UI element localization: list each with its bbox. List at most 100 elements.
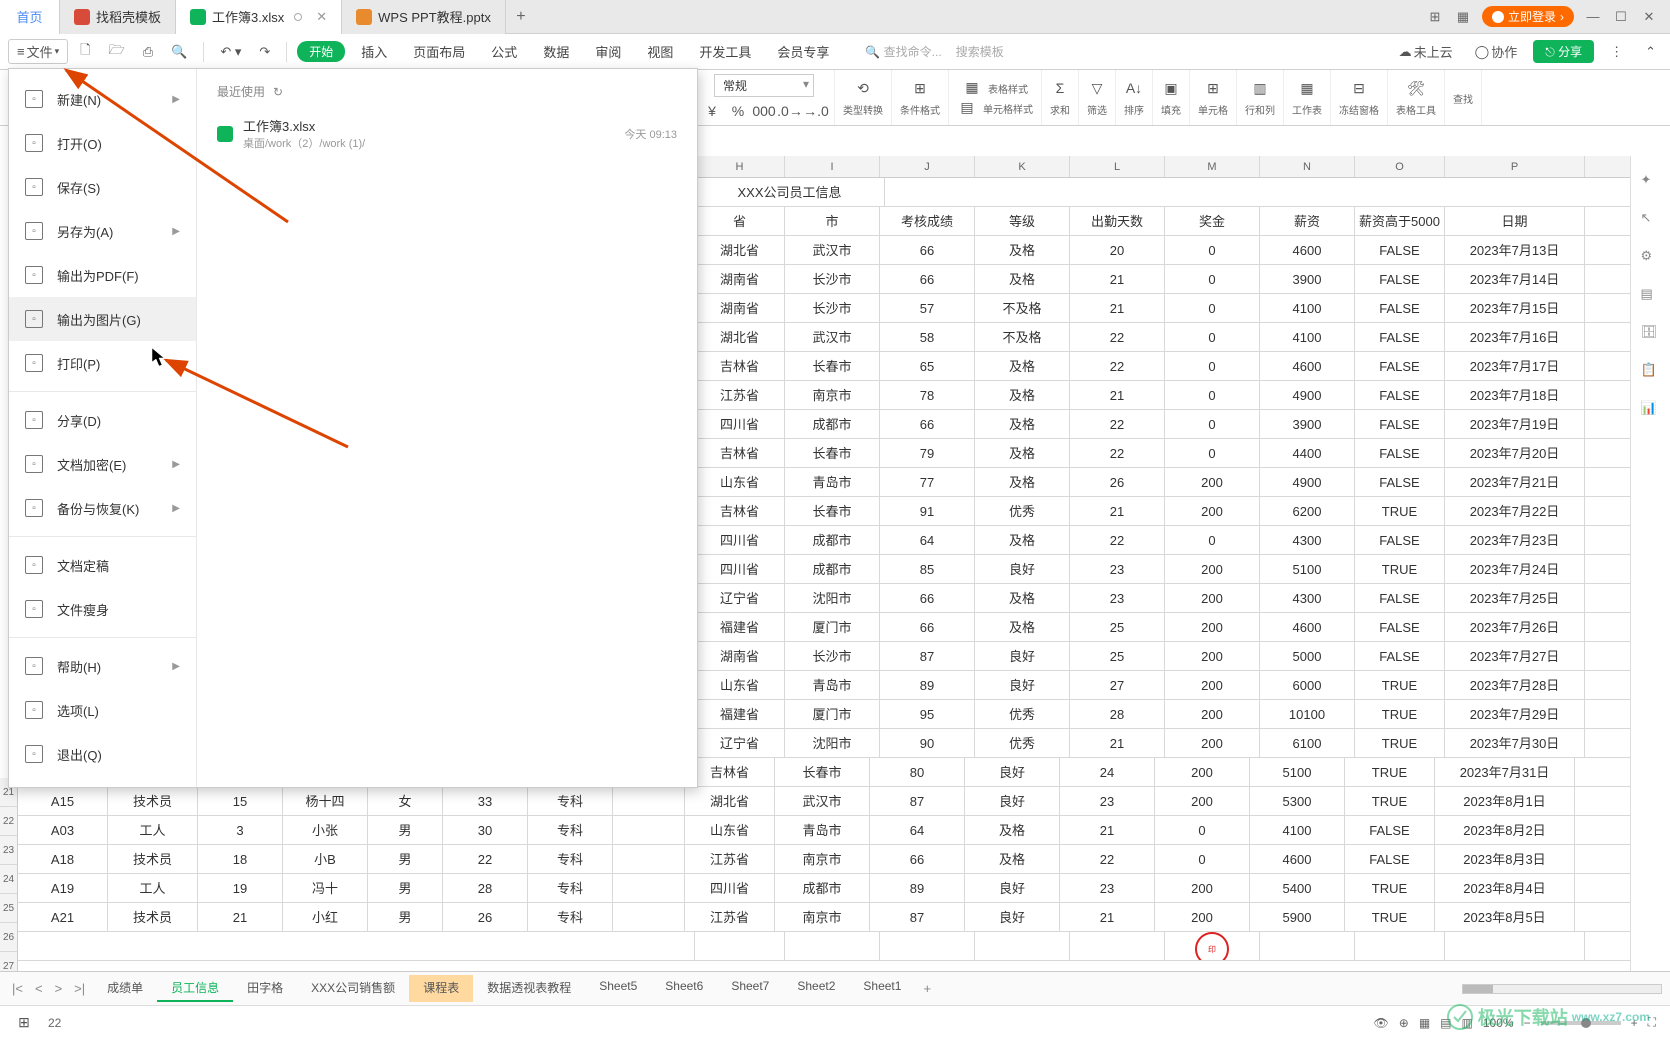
table-cell[interactable]: 4900 bbox=[1260, 381, 1355, 409]
column-header[interactable]: P bbox=[1445, 156, 1585, 177]
column-header[interactable]: N bbox=[1260, 156, 1355, 177]
table-cell[interactable]: 22 bbox=[1070, 323, 1165, 351]
undo-icon[interactable]: ↶ ▾ bbox=[214, 40, 247, 64]
table-cell[interactable]: 200 bbox=[1165, 584, 1260, 612]
clipboard-icon[interactable]: 📋 bbox=[1641, 362, 1661, 382]
table-cell[interactable]: 青岛市 bbox=[785, 671, 880, 699]
open-icon[interactable]: 🗁 bbox=[103, 37, 131, 67]
column-header[interactable]: O bbox=[1355, 156, 1445, 177]
table-cell[interactable]: 4600 bbox=[1260, 613, 1355, 641]
new-icon[interactable]: 🗋 bbox=[74, 37, 96, 67]
table-cell[interactable]: 不及格 bbox=[975, 294, 1070, 322]
table-cell[interactable]: FALSE bbox=[1355, 468, 1445, 496]
table-cell[interactable]: 工人 bbox=[108, 874, 198, 902]
table-cell[interactable]: 3900 bbox=[1260, 265, 1355, 293]
table-cell[interactable]: 优秀 bbox=[975, 700, 1070, 728]
table-cell[interactable]: 21 bbox=[1070, 294, 1165, 322]
table-cell[interactable]: 江苏省 bbox=[695, 381, 785, 409]
table-cell[interactable]: 2023年7月25日 bbox=[1445, 584, 1585, 612]
table-cell[interactable]: 23 bbox=[1060, 874, 1155, 902]
table-cell[interactable]: FALSE bbox=[1355, 352, 1445, 380]
table-cell[interactable]: 21 bbox=[1070, 381, 1165, 409]
sparkle-icon[interactable]: ✦ bbox=[1641, 172, 1661, 192]
table-cell[interactable]: 25 bbox=[1070, 613, 1165, 641]
table-cell[interactable]: 专科 bbox=[528, 816, 613, 844]
percent-icon[interactable]: % bbox=[728, 101, 748, 121]
table-cell[interactable]: 66 bbox=[880, 265, 975, 293]
sheet-tab[interactable]: XXX公司销售额 bbox=[297, 975, 409, 1002]
file-menu-item[interactable]: ▫选项(L) bbox=[9, 688, 196, 732]
table-cell[interactable]: 2023年8月2日 bbox=[1435, 816, 1575, 844]
table-header[interactable]: 考核成绩 bbox=[880, 207, 975, 235]
table-cell[interactable]: 武汉市 bbox=[785, 323, 880, 351]
view-focus-icon[interactable]: ⊕ bbox=[1399, 1016, 1409, 1030]
table-cell[interactable]: 杨十四 bbox=[283, 787, 368, 815]
table-cell[interactable]: 吉林省 bbox=[685, 758, 775, 786]
status-mode-icon[interactable]: ⊞ bbox=[14, 1013, 34, 1033]
table-cell[interactable]: 4600 bbox=[1260, 352, 1355, 380]
table-cell[interactable]: TRUE bbox=[1345, 903, 1435, 931]
table-cell[interactable]: 男 bbox=[368, 903, 443, 931]
table-cell[interactable]: 2023年7月31日 bbox=[1435, 758, 1575, 786]
fill[interactable]: ▣填充 bbox=[1153, 70, 1190, 125]
cell-style-icon[interactable]: ▤ bbox=[957, 98, 977, 118]
worksheet[interactable]: ▦工作表 bbox=[1284, 70, 1331, 125]
table-cell[interactable]: FALSE bbox=[1355, 236, 1445, 264]
table-cell[interactable]: 山东省 bbox=[685, 816, 775, 844]
table-cell[interactable]: 专科 bbox=[528, 787, 613, 815]
table-cell[interactable]: 6200 bbox=[1260, 497, 1355, 525]
table-cell[interactable]: 小B bbox=[283, 845, 368, 873]
table-cell[interactable]: FALSE bbox=[1355, 294, 1445, 322]
table-cell[interactable]: 200 bbox=[1165, 555, 1260, 583]
table-cell[interactable]: 5000 bbox=[1260, 642, 1355, 670]
table-cell[interactable]: 5900 bbox=[1250, 903, 1345, 931]
tab-close-icon[interactable]: ✕ bbox=[316, 9, 327, 25]
table-cell[interactable]: 及格 bbox=[965, 816, 1060, 844]
table-cell[interactable]: 19 bbox=[198, 874, 283, 902]
table-cell[interactable]: 66 bbox=[880, 584, 975, 612]
table-cell[interactable]: 成都市 bbox=[785, 526, 880, 554]
table-cell[interactable]: 4300 bbox=[1260, 584, 1355, 612]
table-cell[interactable]: 沈阳市 bbox=[785, 584, 880, 612]
table-cell[interactable]: 2023年7月21日 bbox=[1445, 468, 1585, 496]
table-cell[interactable]: 及格 bbox=[975, 265, 1070, 293]
ribbon-tab-start[interactable]: 开始 bbox=[297, 41, 345, 62]
table-cell[interactable]: 200 bbox=[1155, 874, 1250, 902]
table-cell[interactable]: FALSE bbox=[1355, 439, 1445, 467]
column-header[interactable]: L bbox=[1070, 156, 1165, 177]
table-cell[interactable]: 66 bbox=[880, 410, 975, 438]
filter[interactable]: ▽筛选 bbox=[1079, 70, 1116, 125]
table-cell[interactable]: 2023年7月18日 bbox=[1445, 381, 1585, 409]
table-cell[interactable]: 厦门市 bbox=[785, 700, 880, 728]
table-cell[interactable]: 江苏省 bbox=[685, 903, 775, 931]
row-header[interactable]: 25 bbox=[0, 894, 18, 923]
sheet-nav-last[interactable]: >| bbox=[70, 979, 89, 998]
table-cell[interactable]: 及格 bbox=[975, 613, 1070, 641]
table-cell[interactable]: 23 bbox=[1070, 584, 1165, 612]
sheet-tab[interactable]: Sheet2 bbox=[783, 975, 849, 1002]
table-cell[interactable]: 21 bbox=[198, 903, 283, 931]
table-cell[interactable]: TRUE bbox=[1345, 758, 1435, 786]
table-cell[interactable]: 0 bbox=[1165, 236, 1260, 264]
table-cell[interactable]: FALSE bbox=[1355, 642, 1445, 670]
table-cell[interactable]: 专科 bbox=[528, 903, 613, 931]
search-template[interactable]: 搜索模板 bbox=[956, 43, 1004, 60]
refresh-icon[interactable]: ↻ bbox=[273, 85, 283, 99]
table-cell[interactable]: 长沙市 bbox=[785, 265, 880, 293]
table-cell[interactable]: 200 bbox=[1155, 787, 1250, 815]
file-menu-item[interactable]: ▫另存为(A)▶ bbox=[9, 209, 196, 253]
view-normal-icon[interactable]: ▦ bbox=[1419, 1016, 1430, 1030]
table-cell[interactable]: 23 bbox=[1070, 555, 1165, 583]
table-cell[interactable]: 技术员 bbox=[108, 845, 198, 873]
file-menu-button[interactable]: ≡ 文件 ▾ bbox=[8, 39, 68, 64]
ribbon-tab-formula[interactable]: 公式 bbox=[481, 38, 527, 65]
table-cell[interactable]: 2023年7月13日 bbox=[1445, 236, 1585, 264]
table-header[interactable]: 薪资 bbox=[1260, 207, 1355, 235]
table-cell[interactable]: 66 bbox=[870, 845, 965, 873]
table-cell[interactable]: 成都市 bbox=[785, 410, 880, 438]
table-cell[interactable]: FALSE bbox=[1355, 265, 1445, 293]
table-cell[interactable]: 2023年7月23日 bbox=[1445, 526, 1585, 554]
table-cell[interactable]: 冯十 bbox=[283, 874, 368, 902]
table-cell[interactable]: 湖北省 bbox=[695, 323, 785, 351]
table-cell[interactable]: 2023年7月17日 bbox=[1445, 352, 1585, 380]
